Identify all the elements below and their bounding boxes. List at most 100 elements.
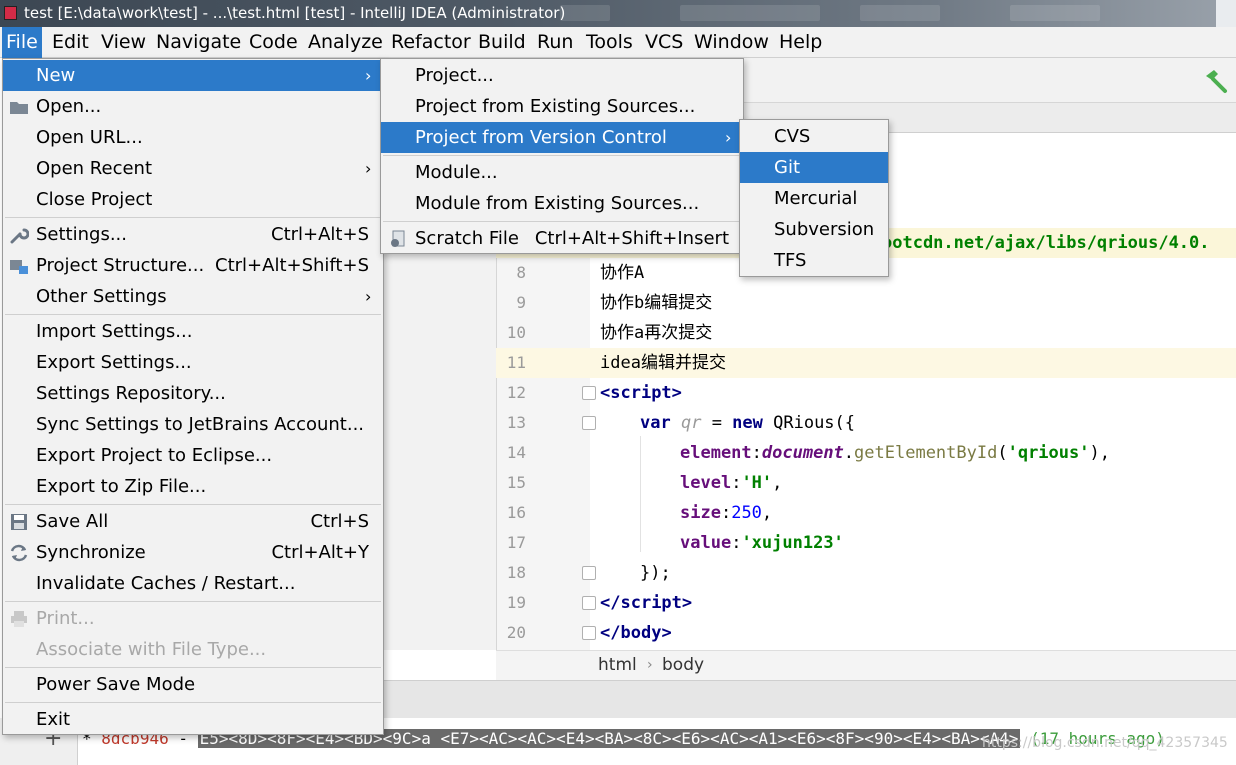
scratch-file-icon — [391, 230, 405, 247]
vcs-submenu: CVS Git Mercurial Subversion TFS — [739, 119, 889, 277]
menu-file[interactable]: File — [2, 27, 42, 58]
menu-item-project-existing-sources[interactable]: Project from Existing Sources... — [381, 91, 743, 122]
indent-guide — [640, 436, 641, 552]
menu-item-synchronize[interactable]: Synchronize Ctrl+Alt+Y — [3, 537, 383, 568]
code-line: 15 level:'H', — [496, 468, 1236, 498]
menu-item-print: Print... — [3, 603, 383, 634]
intellij-app-icon — [4, 6, 17, 20]
breadcrumb-item-html[interactable]: html — [598, 651, 637, 680]
menu-item-tfs[interactable]: TFS — [740, 245, 888, 276]
menu-edit[interactable]: Edit — [48, 27, 93, 58]
menu-navigate[interactable]: Navigate — [152, 27, 245, 58]
menu-item-settings[interactable]: Settings... Ctrl+Alt+S — [3, 219, 383, 250]
menu-item-module[interactable]: Module... — [381, 157, 743, 188]
menu-item-export-zip[interactable]: Export to Zip File... — [3, 471, 383, 502]
line-text: level:'H', — [680, 473, 783, 493]
line-text: var qr = new QRious({ — [640, 413, 856, 433]
build-hammer-icon[interactable] — [1202, 68, 1228, 94]
code-line: 10 协作a再次提交 — [496, 318, 1236, 348]
line-text: }); — [640, 563, 671, 583]
bottom-tool-panel — [384, 680, 1236, 718]
menu-item-git[interactable]: Git — [740, 152, 888, 183]
menu-vcs[interactable]: VCS — [641, 27, 687, 58]
menu-item-new-project[interactable]: Project... — [381, 60, 743, 91]
code-line: 19 </script> — [496, 588, 1236, 618]
taskbar-blur-block — [560, 5, 610, 21]
new-submenu: Project... Project from Existing Sources… — [380, 58, 744, 254]
menu-item-open[interactable]: Open... — [3, 91, 383, 122]
menu-separator — [5, 702, 381, 703]
breadcrumb-item-body[interactable]: body — [662, 651, 704, 680]
menu-item-open-recent[interactable]: Open Recent › — [3, 153, 383, 184]
taskbar-blur-block — [680, 5, 820, 21]
line-number: 19 — [506, 593, 526, 612]
menu-item-export-eclipse[interactable]: Export Project to Eclipse... — [3, 440, 383, 471]
line-text: 协作b编辑提交 — [600, 293, 713, 313]
window-control-button[interactable] — [1216, 0, 1236, 27]
line-number: 20 — [506, 623, 526, 642]
menu-item-associate-file-type: Associate with File Type... — [36, 639, 267, 660]
breadcrumb-separator-icon: › — [647, 657, 653, 673]
menu-item-subversion[interactable]: Subversion — [740, 214, 888, 245]
breadcrumb: html › body — [496, 650, 1236, 680]
menu-item-cvs[interactable]: CVS — [740, 121, 888, 152]
menu-item-other-settings[interactable]: Other Settings › — [3, 281, 383, 312]
submenu-arrow-icon: › — [365, 159, 372, 178]
fold-marker-icon[interactable] — [582, 596, 596, 610]
window-title: test [E:\data\work\test] - ...\test.html… — [24, 4, 566, 22]
menu-item-mercurial[interactable]: Mercurial — [740, 183, 888, 214]
printer-icon — [11, 611, 27, 627]
menu-view[interactable]: View — [97, 27, 150, 58]
menu-bar: File Edit View Navigate Code Analyze Ref… — [0, 27, 1236, 58]
fold-marker-icon[interactable] — [582, 566, 596, 580]
code-line: 13 var qr = new QRious({ — [496, 408, 1236, 438]
line-text: <script> — [600, 383, 682, 403]
menu-analyze[interactable]: Analyze — [304, 27, 387, 58]
menu-item-open-url[interactable]: Open URL... — [3, 122, 383, 153]
fold-marker-icon[interactable] — [582, 416, 596, 430]
menu-item-new[interactable]: New › — [3, 60, 383, 91]
menu-item-project-structure[interactable]: Project Structure... Ctrl+Alt+Shift+S — [3, 250, 383, 281]
folder-icon — [10, 102, 28, 114]
sync-icon — [10, 544, 28, 562]
menu-refactor[interactable]: Refactor — [387, 27, 475, 58]
line-number: 10 — [506, 323, 526, 342]
menu-item-project-from-vcs[interactable]: Project from Version Control › — [381, 122, 743, 153]
fold-marker-icon[interactable] — [582, 386, 596, 400]
menu-separator — [5, 667, 381, 668]
menu-separator — [383, 221, 741, 222]
code-line: 14 element:document.getElementById('qrio… — [496, 438, 1236, 468]
menu-item-save-all[interactable]: Save All Ctrl+S — [3, 506, 383, 537]
line-number: 9 — [516, 293, 526, 312]
menu-code[interactable]: Code — [245, 27, 302, 58]
code-line: 12 <script> — [496, 378, 1236, 408]
menu-build[interactable]: Build — [474, 27, 530, 58]
project-structure-icon — [10, 260, 28, 274]
menu-run[interactable]: Run — [533, 27, 577, 58]
menu-item-settings-repository[interactable]: Settings Repository... — [3, 378, 383, 409]
code-line-current: 11 idea编辑并提交 — [496, 348, 1236, 378]
submenu-arrow-icon: › — [725, 128, 732, 147]
menu-item-power-save-mode[interactable]: Power Save Mode — [3, 669, 383, 700]
menu-item-close-project[interactable]: Close Project — [3, 184, 383, 215]
submenu-arrow-icon: › — [365, 287, 372, 306]
taskbar-blur-block — [860, 5, 940, 21]
menu-separator — [5, 314, 381, 315]
fold-marker-icon[interactable] — [582, 626, 596, 640]
menu-help[interactable]: Help — [775, 27, 826, 58]
menu-item-sync-settings[interactable]: Sync Settings to JetBrains Account... — [3, 409, 383, 440]
menu-item-invalidate-caches[interactable]: Invalidate Caches / Restart... — [3, 568, 383, 599]
menu-window[interactable]: Window — [690, 27, 773, 58]
menu-item-module-existing-sources[interactable]: Module from Existing Sources... — [381, 188, 743, 219]
taskbar-blur-block — [1010, 5, 1100, 21]
menu-item-import-settings[interactable]: Import Settings... — [3, 316, 383, 347]
code-line: 20 </body> — [496, 618, 1236, 648]
submenu-arrow-icon: › — [365, 66, 372, 85]
menu-tools[interactable]: Tools — [582, 27, 637, 58]
line-text: size:250, — [680, 503, 773, 523]
menu-item-exit[interactable]: Exit — [3, 704, 383, 735]
menu-item-export-settings[interactable]: Export Settings... — [3, 347, 383, 378]
menu-item-scratch-file[interactable]: Scratch File Ctrl+Alt+Shift+Insert — [381, 223, 743, 254]
line-number: 14 — [506, 443, 526, 462]
line-number: 12 — [506, 383, 526, 402]
